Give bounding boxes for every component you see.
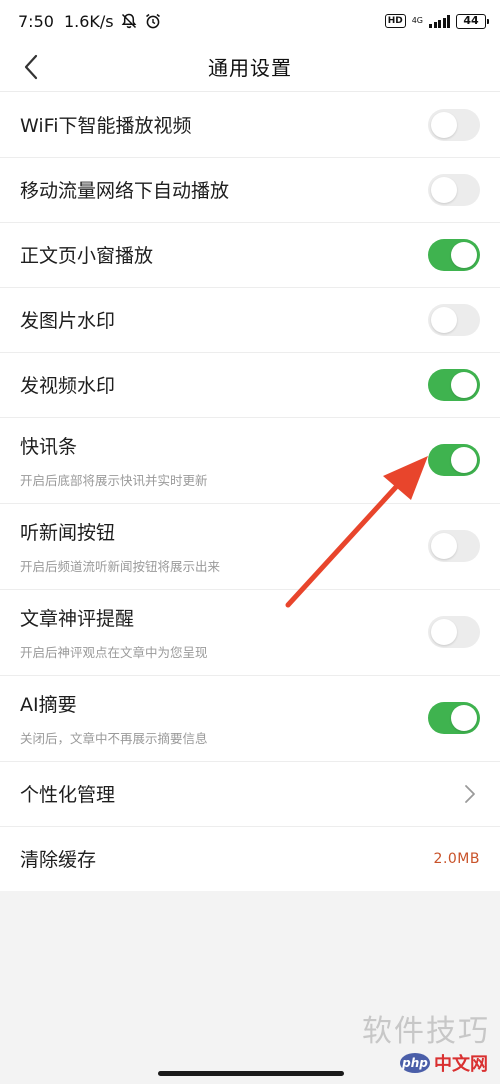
news-ticker-toggle[interactable] xyxy=(428,444,480,476)
php-logo-icon: php xyxy=(400,1053,430,1073)
setting-row-image-watermark: 发图片水印 xyxy=(0,287,500,352)
setting-title: WiFi下智能播放视频 xyxy=(20,115,192,137)
clear-cache-label: 清除缓存 xyxy=(20,849,97,871)
setting-row-mobile-autoplay: 移动流量网络下自动播放 xyxy=(0,157,500,222)
setting-row-video-watermark: 发视频水印 xyxy=(0,352,500,417)
personalization-label: 个性化管理 xyxy=(20,784,116,806)
setting-row-wifi-autoplay: WiFi下智能播放视频 xyxy=(0,92,500,157)
ai-summary-toggle[interactable] xyxy=(428,702,480,734)
settings-list: WiFi下智能播放视频 移动流量网络下自动播放 正文页小窗播放 发图片水印 发视… xyxy=(0,92,500,891)
setting-row-ai-summary: AI摘要 关闭后，文章中不再展示摘要信息 xyxy=(0,675,500,761)
watermark-text: 软件技巧 xyxy=(362,1014,490,1049)
setting-title: 文章神评提醒 xyxy=(20,607,135,630)
cache-size-value: 2.0MB xyxy=(433,850,480,867)
network-label: 4G xyxy=(411,16,423,25)
chevron-right-icon xyxy=(460,782,480,806)
home-indicator[interactable] xyxy=(158,1071,344,1076)
alarm-clock-icon xyxy=(145,13,160,29)
page-title: 通用设置 xyxy=(208,56,292,80)
setting-description: 关闭后，文章中不再展示摘要信息 xyxy=(20,730,208,746)
setting-row-listen-news: 听新闻按钮 开启后频道流听新闻按钮将展示出来 xyxy=(0,503,500,589)
setting-title: 移动流量网络下自动播放 xyxy=(20,180,230,202)
hd-badge: HD xyxy=(384,14,406,28)
back-button[interactable] xyxy=(14,50,48,84)
listen-news-toggle[interactable] xyxy=(428,530,480,562)
setting-description: 开启后频道流听新闻按钮将展示出来 xyxy=(20,558,221,574)
back-arrow-icon xyxy=(24,54,38,80)
network-type: 4G xyxy=(412,17,423,25)
page-header: 通用设置 xyxy=(0,42,500,92)
status-bar: 7:50 1.6K/s HD 4G 44 xyxy=(0,0,500,42)
mute-bell-icon xyxy=(121,13,136,29)
setting-description: 开启后底部将展示快讯并实时更新 xyxy=(20,472,208,488)
status-speed: 1.6K/s xyxy=(63,11,114,31)
mini-window-toggle[interactable] xyxy=(428,238,480,271)
setting-title: AI摘要 xyxy=(20,693,77,716)
setting-row-news-ticker: 快讯条 开启后底部将展示快讯并实时更新 xyxy=(0,417,500,503)
battery-icon: 44 xyxy=(456,13,489,29)
setting-row-mini-window: 正文页小窗播放 xyxy=(0,222,500,287)
video-watermark-toggle[interactable] xyxy=(428,368,480,401)
setting-title: 听新闻按钮 xyxy=(20,521,116,544)
status-right: HD 4G 44 xyxy=(384,13,489,29)
watermark-logo: php 中文网 xyxy=(400,1050,488,1076)
setting-title: 正文页小窗播放 xyxy=(20,245,154,267)
wifi-autoplay-toggle[interactable] xyxy=(428,108,480,141)
battery-level: 44 xyxy=(463,13,479,27)
status-time: 7:50 xyxy=(18,11,54,31)
status-left: 7:50 1.6K/s xyxy=(18,12,162,31)
mobile-autoplay-toggle[interactable] xyxy=(428,173,480,206)
setting-title: 快讯条 xyxy=(20,435,78,458)
watermark: 软件技巧 php 中文网 xyxy=(352,1000,500,1084)
signal-icon xyxy=(429,14,450,28)
clear-cache-row[interactable]: 清除缓存 2.0MB xyxy=(0,826,500,891)
setting-title: 发视频水印 xyxy=(20,375,116,397)
comment-reminder-toggle[interactable] xyxy=(428,616,480,648)
watermark-site: 中文网 xyxy=(434,1054,488,1075)
setting-row-comment-reminder: 文章神评提醒 开启后神评观点在文章中为您呈现 xyxy=(0,589,500,675)
setting-description: 开启后神评观点在文章中为您呈现 xyxy=(20,644,208,660)
personalization-row[interactable]: 个性化管理 xyxy=(0,761,500,826)
image-watermark-toggle[interactable] xyxy=(428,303,480,336)
setting-title: 发图片水印 xyxy=(20,310,116,332)
